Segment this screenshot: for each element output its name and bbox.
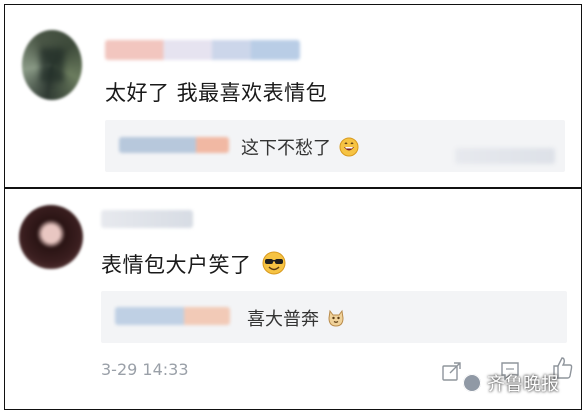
grinning-face-icon — [339, 137, 359, 162]
reply-box[interactable]: 喜大普奔 — [101, 291, 567, 343]
doge-face-icon — [327, 308, 345, 333]
comment-text: 太好了 我最喜欢表情包 — [105, 81, 328, 105]
reply-username-blurred[interactable] — [119, 137, 229, 153]
reply-text: 这下不愁了 — [241, 134, 359, 162]
username-blurred[interactable] — [105, 40, 300, 60]
comment-text: 表情包大户笑了 — [101, 249, 287, 280]
watermark-text: 齐鲁晚报 — [487, 374, 559, 395]
reply-text: 喜大普奔 — [247, 305, 345, 333]
comment-timestamp: 3-29 14:33 — [101, 360, 189, 379]
user-avatar[interactable] — [22, 30, 82, 100]
share-icon[interactable] — [441, 360, 463, 386]
watermark: 齐鲁晚报 — [463, 370, 559, 396]
reply-text-label: 喜大普奔 — [247, 309, 319, 330]
reply-username-blurred[interactable] — [115, 307, 230, 325]
user-avatar[interactable] — [19, 205, 83, 269]
sunglasses-face-icon — [261, 251, 287, 280]
section-divider — [5, 187, 581, 189]
wechat-logo-icon — [463, 374, 481, 392]
comment-text-label: 表情包大户笑了 — [101, 253, 252, 277]
reply-box[interactable]: 这下不愁了 — [105, 120, 565, 172]
screenshot-frame: 太好了 我最喜欢表情包 这下不愁了 表情包大户笑了 喜大普奔 3-29 14:3… — [4, 4, 582, 410]
blurred-area — [455, 148, 555, 164]
reply-text-label: 这下不愁了 — [241, 138, 331, 159]
username-blurred[interactable] — [101, 210, 193, 228]
